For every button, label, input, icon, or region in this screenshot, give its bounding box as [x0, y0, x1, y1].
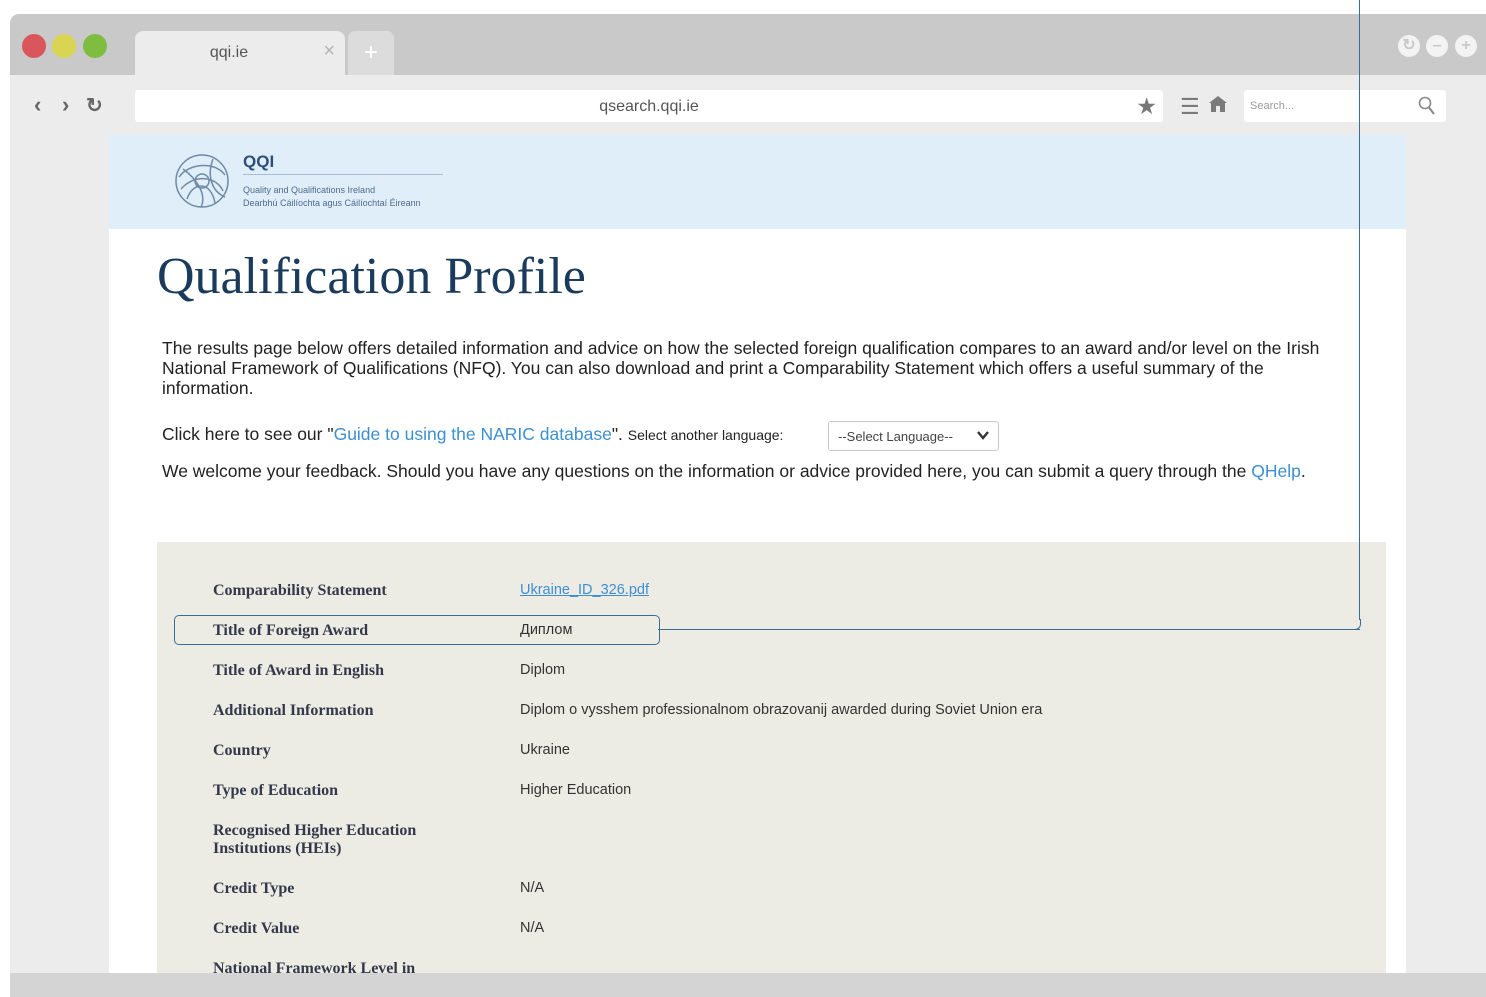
detail-label: Title of Award in English: [213, 662, 384, 679]
detail-label: Recognised Higher Education Institutions…: [213, 822, 417, 857]
callout-connector-vertical: [1359, 0, 1360, 620]
search-placeholder: Search...: [1250, 100, 1295, 112]
new-tab-button[interactable]: +: [348, 31, 394, 75]
guide-row: Click here to see our "Guide to using th…: [162, 424, 783, 445]
language-select-value: --Select Language--: [838, 429, 953, 444]
add-icon[interactable]: +: [1455, 35, 1477, 57]
detail-row: National Framework Level in: [157, 950, 1386, 973]
qhelp-link[interactable]: QHelp: [1251, 461, 1301, 481]
browser-search-field[interactable]: Search...: [1244, 90, 1446, 122]
minimize-icon[interactable]: –: [1426, 35, 1448, 57]
browser-toolbar: ‹ › ↻ qsearch.qqi.ie ★ ☰ Search...: [10, 75, 1486, 135]
url-text: qsearch.qqi.ie: [599, 98, 699, 115]
detail-value: Diplom: [520, 662, 566, 678]
logo-tagline-english: Quality and Qualifications Ireland: [243, 185, 376, 195]
detail-row: Credit Value N/A: [157, 910, 1386, 950]
tab-title: qqi.ie: [209, 44, 249, 61]
qualification-details-panel: Comparability Statement Ukraine_ID_326.p…: [157, 542, 1386, 973]
callout-connector-horizontal: [658, 629, 1360, 630]
highlight-callout-box: [174, 615, 660, 645]
detail-label: National Framework Level in: [213, 960, 416, 973]
close-window-button[interactable]: [22, 34, 46, 58]
browser-window: qqi.ie × + ↻ – + ‹ › ↻ qsearch.qqi.ie ★ …: [10, 14, 1486, 997]
feedback-end: .: [1300, 461, 1306, 481]
naric-guide-link[interactable]: Guide to using the NARIC database: [334, 424, 612, 444]
detail-label: Comparability Statement: [213, 582, 387, 599]
tab-close-icon[interactable]: ×: [323, 40, 335, 63]
detail-row: Recognised Higher Education Institutions…: [157, 812, 1386, 870]
chevron-down-icon: [976, 428, 990, 447]
home-icon[interactable]: [1208, 95, 1228, 118]
back-icon[interactable]: ‹: [34, 92, 41, 118]
detail-row: Additional Information Diplom o vysshem …: [157, 692, 1386, 732]
detail-value: Diplom o vysshem professionalnom obrazov…: [520, 702, 1043, 718]
bookmark-star-icon[interactable]: ★: [1136, 93, 1157, 120]
restore-icon[interactable]: ↻: [1398, 35, 1420, 57]
forward-icon[interactable]: ›: [62, 92, 69, 118]
search-icon[interactable]: [1418, 96, 1436, 121]
address-bar[interactable]: qsearch.qqi.ie ★: [135, 90, 1163, 122]
menu-icon[interactable]: ☰: [1180, 94, 1200, 120]
comparability-statement-pdf-link[interactable]: Ukraine_ID_326.pdf: [520, 582, 649, 598]
detail-label: Credit Type: [213, 880, 295, 897]
logo-divider: [243, 174, 443, 175]
web-page: QQI Quality and Qualifications Ireland D…: [109, 135, 1406, 973]
feedback-text: We welcome your feedback. Should you hav…: [162, 461, 1247, 481]
page-viewport: QQI Quality and Qualifications Ireland D…: [10, 135, 1486, 973]
detail-row: Credit Type N/A: [157, 870, 1386, 910]
detail-label: Credit Value: [213, 920, 300, 937]
guide-prefix: Click here to see our ": [162, 424, 334, 444]
language-select[interactable]: --Select Language--: [828, 421, 999, 451]
logo-tagline-irish: Dearbhú Cáilíochta agus Cáilíochtaí Éire…: [243, 198, 421, 208]
detail-value: N/A: [520, 920, 545, 936]
detail-row: Comparability Statement Ukraine_ID_326.p…: [157, 572, 1386, 612]
detail-row: Title of Award in English Diplom: [157, 652, 1386, 692]
page-title: Qualification Profile: [157, 248, 586, 305]
intro-paragraph: The results page below offers detailed i…: [162, 338, 1320, 398]
qqi-logo-emblem-icon: [173, 151, 231, 211]
browser-tab[interactable]: qqi.ie ×: [135, 31, 345, 75]
window-bottom-edge: [10, 973, 1486, 997]
detail-value: N/A: [520, 880, 545, 896]
minimize-window-button[interactable]: [52, 34, 76, 58]
reload-icon[interactable]: ↻: [86, 93, 103, 118]
detail-label: Additional Information: [213, 702, 374, 719]
site-header: QQI Quality and Qualifications Ireland D…: [109, 135, 1406, 229]
detail-value: Ukraine: [520, 742, 570, 758]
detail-label: Country: [213, 742, 271, 759]
detail-row: Type of Education Higher Education: [157, 772, 1386, 812]
maximize-window-button[interactable]: [83, 34, 107, 58]
feedback-paragraph: We welcome your feedback. Should you hav…: [162, 461, 1352, 481]
qqi-logo-text: QQI: [243, 152, 275, 171]
guide-suffix: ".: [611, 424, 623, 444]
detail-value: Higher Education: [520, 782, 632, 798]
language-label: Select another language:: [627, 427, 784, 443]
detail-row: Country Ukraine: [157, 732, 1386, 772]
detail-label: Type of Education: [213, 782, 339, 799]
